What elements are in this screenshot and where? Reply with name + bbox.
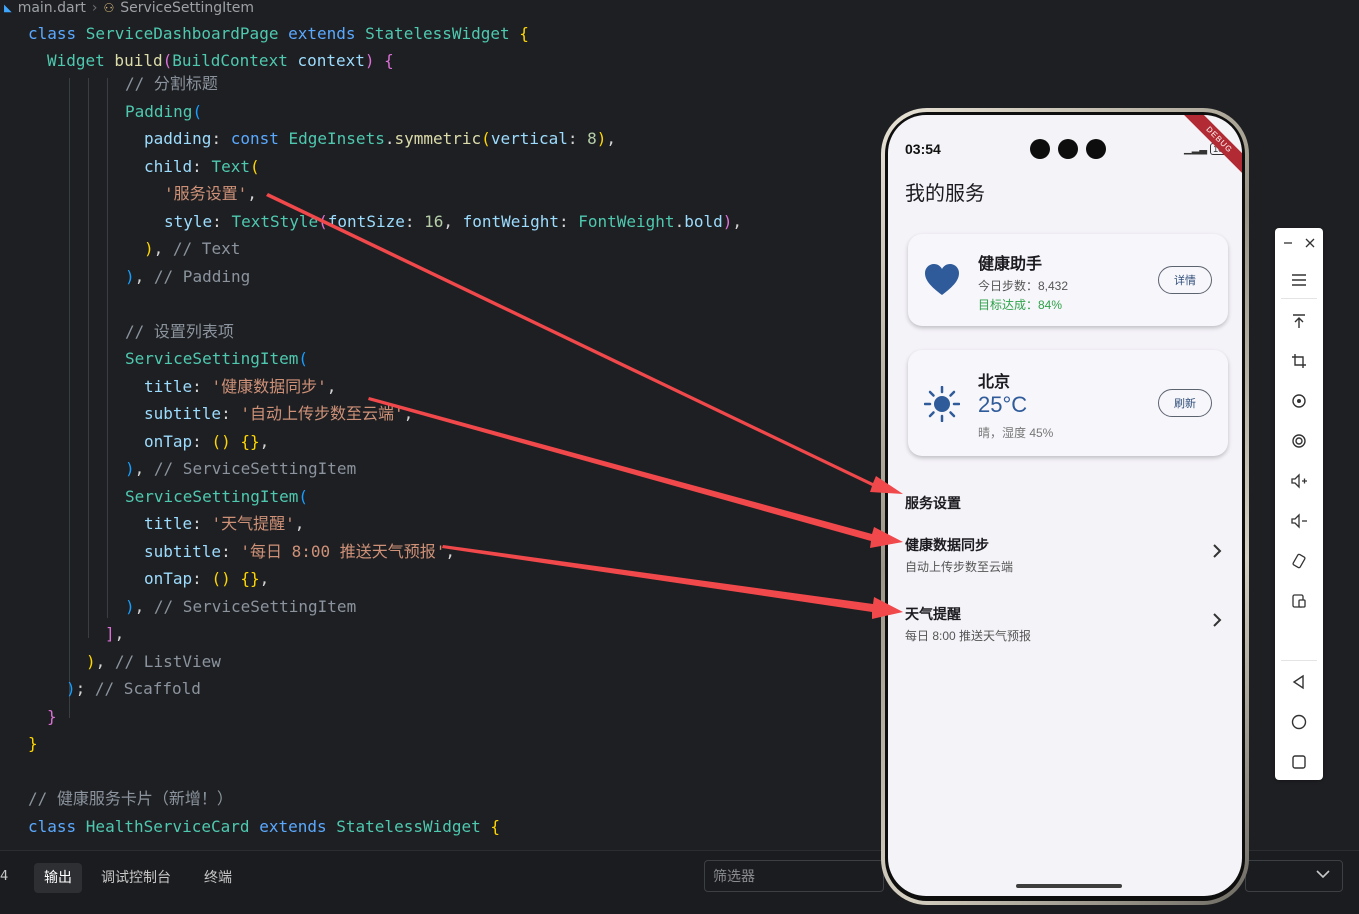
code-line: onTap: () {}, [144,432,270,451]
code-comment: // 健康服务卡片（新增！） [28,789,233,808]
phone-emulator: 03:54 ▁▂▃ 100 DEBUG 我的服务 健康助手 今日步数：8,432… [881,108,1249,905]
code-line: padding: const EdgeInsets.symmetric(vert… [144,129,617,148]
indent-guide [69,78,70,718]
heart-icon [924,264,960,301]
code-comment: // 设置列表项 [125,322,234,341]
list-item-health-sync[interactable]: 健康数据同步 自动上传步数至云端 [888,527,1242,583]
rotate-icon[interactable] [1287,389,1311,413]
code-line: } [47,707,57,726]
code-line: ), // ServiceSettingItem [125,459,357,478]
camera-icon [1086,139,1106,159]
code-line: class ServiceDashboardPage extends State… [28,24,529,43]
list-item-subtitle: 自动上传步数至云端 [905,560,1014,574]
code-line: '服务设置', [164,184,257,203]
tab-debug-console[interactable]: 调试控制台 [91,863,181,893]
list-item-weather-reminder[interactable]: 天气提醒 每日 8:00 推送天气预报 [888,596,1242,652]
chevron-down-icon[interactable] [1315,867,1331,883]
camera-icon [1058,139,1078,159]
weather-service-card: 北京 25°C 晴，湿度 45% 刷新 [908,350,1228,456]
code-line: ), // Padding [125,267,251,286]
crop-icon[interactable] [1287,349,1311,373]
chevron-right-icon [1212,612,1222,633]
filter-input[interactable]: 筛选器 [704,860,884,892]
record-icon[interactable] [1287,429,1311,453]
code-line: subtitle: '自动上传步数至云端', [144,404,414,423]
health-service-card: 健康助手 今日步数：8,432 目标达成：84% 详情 [908,234,1228,326]
tab-output[interactable]: 输出 [34,863,82,893]
volume-down-icon[interactable] [1287,509,1311,533]
list-item-title: 健康数据同步 [905,537,989,553]
phone-bezel: 03:54 ▁▂▃ 100 DEBUG 我的服务 健康助手 今日步数：8,432… [885,112,1245,901]
weather-card-desc: 晴，湿度 45% [978,426,1054,440]
health-card-title: 健康助手 [978,256,1043,273]
close-icon[interactable] [1301,231,1319,255]
sun-icon [923,385,961,427]
home-icon[interactable] [1287,710,1311,734]
list-item-title: 天气提醒 [905,606,961,622]
back-icon[interactable] [1287,670,1311,694]
code-line: ), // ServiceSettingItem [125,597,357,616]
code-line: ); // Scaffold [66,679,201,698]
indent-guide [107,78,108,618]
code-line: ), // Text [144,239,241,258]
code-line: } [28,734,38,753]
code-line: ServiceSettingItem( [125,349,309,368]
details-button[interactable]: 详情 [1158,266,1212,294]
code-line: child: Text( [144,157,260,176]
camera-icon [1030,139,1050,159]
list-item-subtitle: 每日 8:00 推送天气预报 [905,629,1032,643]
code-line: ServiceSettingItem( [125,487,309,506]
overview-icon[interactable] [1287,750,1311,774]
code-line: title: '健康数据同步', [144,377,337,396]
indent-guide [88,78,89,638]
code-line: Widget build(BuildContext context) { [47,51,394,70]
panel-badge: 4 [0,869,9,884]
menu-icon[interactable] [1287,268,1311,292]
weather-card-city: 北京 [978,374,1011,391]
health-card-goal: 目标达成：84% [978,298,1063,312]
signal-icon: ▁▂▃ [1184,143,1208,155]
minimize-icon[interactable] [1279,231,1297,255]
phone-screen[interactable]: 03:54 ▁▂▃ 100 DEBUG 我的服务 健康助手 今日步数：8,432… [888,115,1242,896]
refresh-button[interactable]: 刷新 [1158,389,1212,417]
code-line: subtitle: '每日 8:00 推送天气预报', [144,542,456,561]
fold-device-icon[interactable] [1287,589,1311,613]
code-line: title: '天气提醒', [144,514,305,533]
code-line: onTap: () {}, [144,569,270,588]
emulator-toolbar [1275,228,1323,780]
health-card-steps: 今日步数：8,432 [978,279,1069,293]
code-line: ), // ListView [86,652,221,671]
home-indicator[interactable] [1016,884,1122,888]
weather-card-temp: 25°C [978,392,1028,417]
pin-top-icon[interactable] [1287,309,1311,333]
code-line: ], [105,624,125,643]
section-title: 服务设置 [905,495,961,511]
appbar-title: 我的服务 [905,183,985,205]
code-comment: // 分割标题 [125,74,218,93]
code-line: Padding( [125,102,203,121]
volume-up-icon[interactable] [1287,469,1311,493]
code-line: style: TextStyle(fontSize: 16, fontWeigh… [164,212,743,231]
toolbar-divider [1281,660,1317,661]
chevron-right-icon [1212,543,1222,564]
toolbar-divider [1281,298,1317,299]
code-line: class HealthServiceCard extends Stateles… [28,817,501,836]
code-editor[interactable]: class ServiceDashboardPage extends State… [0,0,880,845]
rotate-device-icon[interactable] [1287,549,1311,573]
tab-terminal[interactable]: 终端 [194,863,242,893]
status-time: 03:54 [905,141,941,157]
